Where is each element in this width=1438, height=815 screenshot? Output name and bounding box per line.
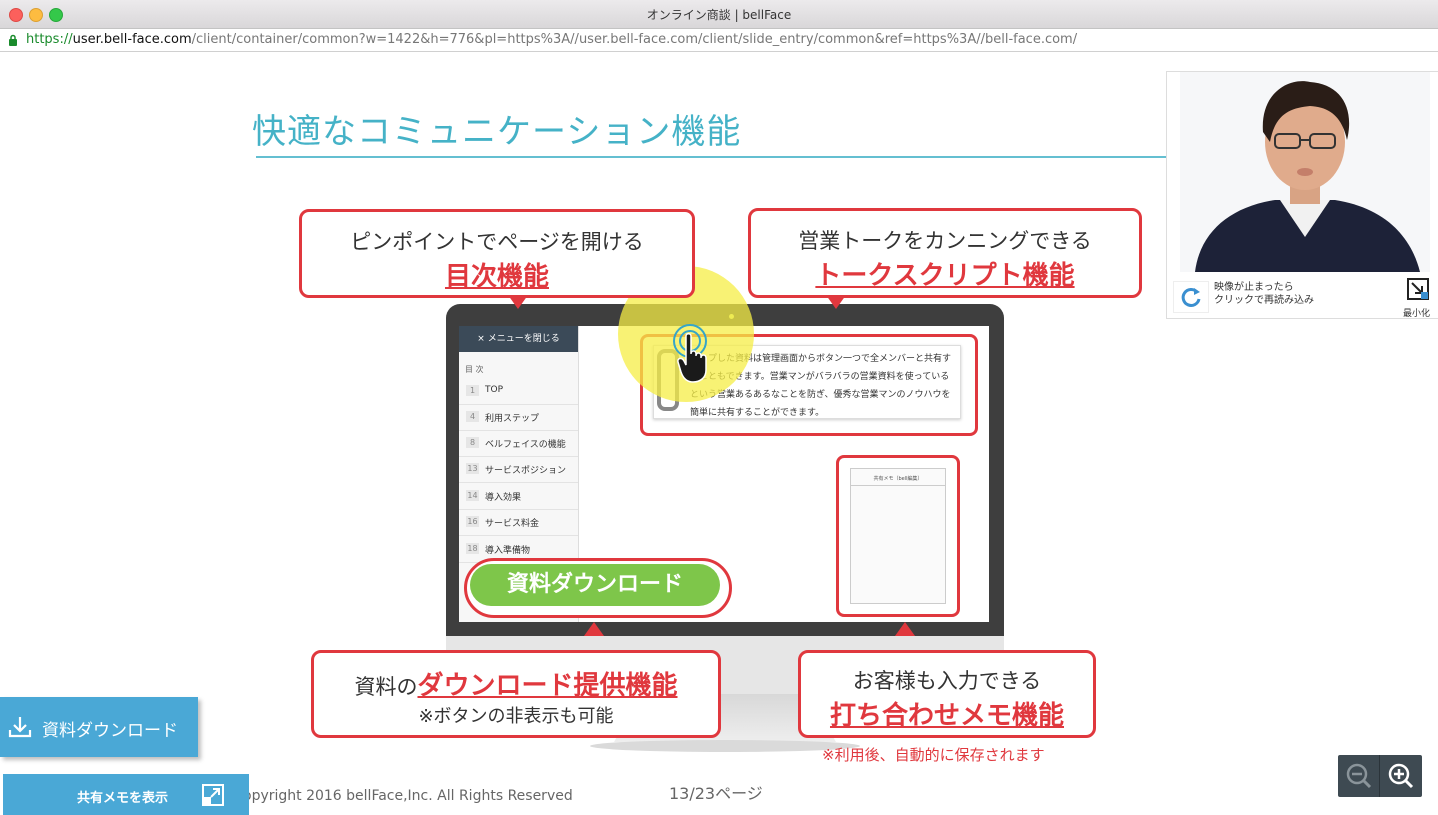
presenter-video <box>1180 72 1430 272</box>
window-titlebar: オンライン商談 | bellFace <box>0 0 1438 29</box>
callout-arrow <box>508 295 528 309</box>
show-memo-button[interactable]: 共有メモを表示 <box>3 774 249 815</box>
lock-icon <box>9 34 17 46</box>
menu-item-label: サービスポジション <box>485 466 567 476</box>
menu-item-num: 4 <box>466 411 479 422</box>
menu-close-label: メニューを閉じる <box>487 334 560 344</box>
reload-video-button[interactable] <box>1173 281 1209 313</box>
callout-download-prefix: 資料の <box>354 675 418 699</box>
reload-hint-line1: 映像が止まったら <box>1214 282 1294 293</box>
menu-item-label: 導入準備物 <box>485 546 531 556</box>
autosave-note: ※利用後、自動的に保存されます <box>822 746 1045 764</box>
url-host: user.bell-face.com <box>72 32 192 47</box>
menu-item: 14 導入効果 <box>459 483 578 510</box>
copyright-text: opyright 2016 bellFace,Inc. All Rights R… <box>243 788 573 804</box>
callout-script-line2: トークスクリプト機能 <box>815 261 1075 291</box>
zoom-in-icon <box>1388 763 1414 789</box>
callout-memo-line2: 打ち合わせメモ機能 <box>829 701 1064 731</box>
menu-item-num: 8 <box>466 437 479 448</box>
refresh-icon <box>1181 287 1201 307</box>
callout-toc: ピンポイントでページを開ける 目次機能 <box>299 209 695 298</box>
download-icon <box>8 717 32 738</box>
download-button[interactable]: 資料ダウンロード <box>0 697 198 757</box>
monitor-base <box>590 740 860 752</box>
download-button-label: 資料ダウンロード <box>42 721 178 741</box>
callout-arrow <box>826 295 846 309</box>
show-memo-label: 共有メモを表示 <box>77 791 169 806</box>
page-indicator: 13/23ページ <box>669 784 763 803</box>
url-path: /client/container/common?w=1422&h=776&pl… <box>191 32 1078 47</box>
zoom-in-button[interactable] <box>1380 755 1422 797</box>
menu-item-label: TOP <box>485 385 504 395</box>
callout-toc-line2: 目次機能 <box>444 262 549 292</box>
address-bar[interactable]: https://user.bell-face.com/client/contai… <box>0 29 1438 52</box>
callout-download-line2: ※ボタンの非表示も可能 <box>418 706 614 727</box>
callout-memo-line1: お客様も入力できる <box>852 669 1042 693</box>
memo-divider <box>851 485 945 486</box>
video-panel: 映像が止まったらクリックで再読み込み 最小化 <box>1166 71 1438 319</box>
download-illustration-label: 資料ダウンロード <box>470 564 720 606</box>
callout-download-emph: ダウンロード提供機能 <box>417 671 678 701</box>
minimize-label: 最小化 <box>1403 309 1431 319</box>
download-illustration: 資料ダウンロード <box>464 558 732 618</box>
callout-download-line1: 資料のダウンロード提供機能 <box>314 665 718 702</box>
zoom-controls <box>1338 755 1422 797</box>
menu-item-label: 導入効果 <box>485 493 522 503</box>
hand-pointer-icon <box>677 333 707 383</box>
menu-item-num: 16 <box>466 516 479 527</box>
menu-item-label: サービス料金 <box>485 519 540 529</box>
callout-arrow <box>584 622 604 636</box>
memo-sheet: 共有メモ（bell編集） <box>850 468 946 604</box>
memo-title: 共有メモ（bell編集） <box>873 476 923 482</box>
callout-memo: お客様も入力できる 打ち合わせメモ機能 <box>798 650 1096 738</box>
zoom-out-button[interactable] <box>1338 755 1380 797</box>
menu-item-num: 13 <box>466 463 479 474</box>
url-text[interactable]: https://user.bell-face.com/client/contai… <box>26 32 1077 47</box>
callout-arrow <box>895 622 915 636</box>
reload-hint: 映像が止まったらクリックで再読み込み <box>1214 281 1314 307</box>
callout-script-line1: 営業トークをカンニングできる <box>798 229 1092 253</box>
menu-close: × メニューを閉じる <box>459 326 578 352</box>
menu-item-num: 18 <box>466 543 479 554</box>
expand-icon <box>202 784 224 806</box>
menu-item-num: 14 <box>466 490 479 501</box>
callout-toc-line1: ピンポイントでページを開ける <box>350 230 644 254</box>
menu-item-num: 1 <box>466 385 479 396</box>
callout-script: 営業トークをカンニングできる トークスクリプト機能 <box>748 208 1142 298</box>
menu-item-label: ベルフェイスの機能 <box>485 440 566 450</box>
menu-item: 16 サービス料金 <box>459 509 578 536</box>
presenter-avatar <box>1195 81 1420 272</box>
menu-item: 13 サービスポジション <box>459 456 578 483</box>
minimize-icon[interactable] <box>1407 278 1429 302</box>
zoom-out-icon <box>1346 763 1372 789</box>
slide-title: 快適なコミュニケーション機能 <box>252 112 742 152</box>
menu-item: 8 ベルフェイスの機能 <box>459 430 578 457</box>
menu-item: 4 利用ステップ <box>459 404 578 431</box>
title-divider <box>256 156 1166 158</box>
window-title: オンライン商談 | bellFace <box>646 8 792 22</box>
memo-panel: 共有メモ（bell編集） <box>836 455 960 617</box>
toc-label: 目 次 <box>465 365 484 374</box>
menu-item-label: 利用ステップ <box>485 414 540 424</box>
reload-hint-line2: クリックで再読み込み <box>1214 295 1314 306</box>
menu-item: 1 TOP <box>459 378 578 405</box>
url-scheme: https:// <box>26 32 73 47</box>
callout-download: 資料のダウンロード提供機能 ※ボタンの非表示も可能 <box>311 650 721 738</box>
